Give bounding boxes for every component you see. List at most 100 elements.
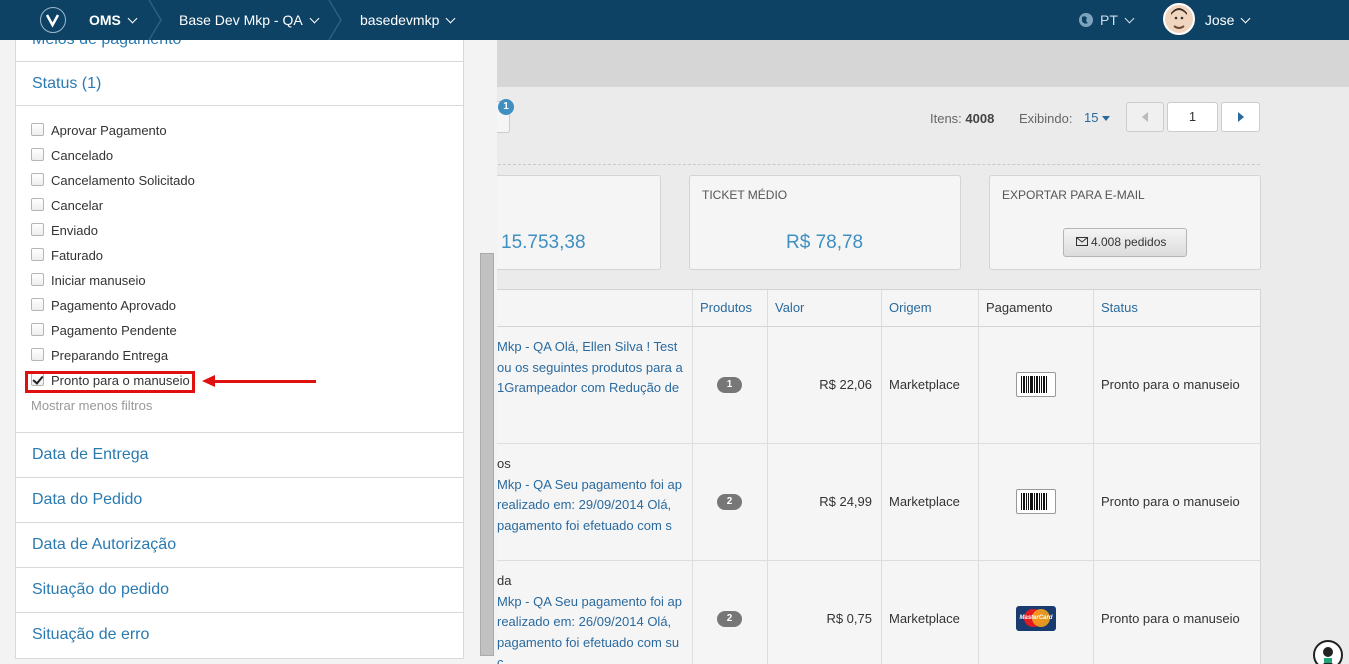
filter-section-order-situation[interactable]: Situação do pedido bbox=[16, 568, 463, 613]
origin-cell: Marketplace bbox=[882, 327, 979, 444]
order-origin: Marketplace bbox=[889, 494, 960, 509]
payment-cell bbox=[979, 444, 1094, 561]
account-name: Base Dev Mkp - QA bbox=[179, 12, 303, 28]
status-option-label: Cancelamento Solicitado bbox=[51, 173, 195, 188]
checkbox[interactable] bbox=[31, 298, 44, 312]
status-option[interactable]: Enviado bbox=[31, 221, 98, 241]
payment-cell: MasterCard bbox=[979, 561, 1094, 664]
column-header-products[interactable]: Produtos bbox=[693, 290, 768, 327]
order-message[interactable]: Mkp - QA Olá, Ellen Silva ! Test ou os se… bbox=[497, 337, 687, 399]
vtex-logo-icon[interactable] bbox=[40, 7, 66, 33]
app-selector[interactable]: OMS bbox=[89, 0, 138, 40]
annotation-highlight-box bbox=[25, 371, 195, 393]
store-name: basedevmkp bbox=[360, 12, 440, 28]
annotation-arrow-line bbox=[214, 380, 316, 383]
export-card: EXPORTAR PARA E-MAIL 4.008 pedidos bbox=[989, 175, 1261, 270]
filter-panel: Meios de pagamento Status (1) Aprovar Pa… bbox=[0, 40, 497, 664]
origin-cell: Marketplace bbox=[882, 561, 979, 664]
mastercard-text: MasterCard bbox=[1019, 615, 1053, 621]
order-origin: Marketplace bbox=[889, 611, 960, 626]
table-row[interactable]: da Mkp - QA Seu pagamento foi ap realizado… bbox=[461, 561, 1261, 664]
filter-section-title: Situação de erro bbox=[32, 626, 150, 643]
column-header-value[interactable]: Valor bbox=[768, 290, 882, 327]
panel-scrollbar[interactable] bbox=[480, 253, 494, 656]
export-orders-label: 4.008 pedidos bbox=[1091, 235, 1167, 249]
status-option[interactable]: Aprovar Pagamento bbox=[31, 121, 167, 141]
user-menu[interactable]: Jose bbox=[1163, 0, 1251, 40]
checkbox[interactable] bbox=[31, 273, 44, 287]
items-label: Itens: bbox=[930, 111, 962, 126]
breadcrumb-separator-icon bbox=[328, 0, 342, 40]
products-cell: 1 bbox=[693, 327, 768, 444]
table-row[interactable]: os Mkp - QA Seu pagamento foi ap realizado… bbox=[461, 444, 1261, 561]
checkbox[interactable] bbox=[31, 248, 44, 262]
status-cell: Pronto para o manuseio bbox=[1094, 444, 1261, 561]
products-count-badge: 2 bbox=[717, 611, 742, 627]
status-option-label: Cancelar bbox=[51, 198, 104, 213]
checkbox[interactable] bbox=[31, 198, 44, 212]
value-cell: R$ 0,75 bbox=[768, 561, 882, 664]
arrow-left-icon bbox=[1142, 112, 1148, 122]
checkbox[interactable] bbox=[31, 148, 44, 162]
status-option-label: Pagamento Aprovado bbox=[51, 298, 177, 313]
page-number-input[interactable]: 1 bbox=[1167, 102, 1218, 132]
column-header-status[interactable]: Status bbox=[1094, 290, 1261, 327]
status-option[interactable]: Cancelar bbox=[31, 196, 103, 216]
show-less-filters-link[interactable]: Mostrar menos filtros bbox=[31, 398, 152, 413]
order-message[interactable]: os Mkp - QA Seu pagamento foi ap realizado… bbox=[497, 454, 687, 536]
store-selector[interactable]: basedevmkp bbox=[360, 0, 456, 40]
checkbox[interactable] bbox=[31, 123, 44, 137]
status-option[interactable]: Pagamento Pendente bbox=[31, 321, 177, 341]
checkbox[interactable] bbox=[31, 223, 44, 237]
person-icon bbox=[1322, 647, 1334, 664]
column-header-origin[interactable]: Origem bbox=[882, 290, 979, 327]
status-option[interactable]: Preparando Entrega bbox=[31, 346, 168, 366]
help-chat-button[interactable] bbox=[1313, 640, 1343, 664]
arrow-right-icon bbox=[1238, 112, 1244, 122]
checkbox[interactable] bbox=[31, 323, 44, 337]
filter-section-error-situation[interactable]: Situação de erro bbox=[16, 613, 463, 659]
message-line: realizado em: 26/09/2014 Olá, bbox=[497, 614, 672, 629]
filter-section-title: Situação do pedido bbox=[32, 581, 169, 598]
value-cell: R$ 24,99 bbox=[768, 444, 882, 561]
message-line: pagamento foi efetuado com su bbox=[497, 634, 680, 650]
toolbar-divider bbox=[498, 164, 1260, 165]
chevron-down-icon bbox=[127, 13, 138, 24]
table-row[interactable]: Mkp - QA Olá, Ellen Silva ! Test ou os se… bbox=[461, 327, 1261, 444]
products-count-badge: 1 bbox=[717, 377, 742, 393]
status-option[interactable]: Cancelado bbox=[31, 146, 113, 166]
previous-page-button[interactable] bbox=[1126, 102, 1164, 132]
filter-section-payment[interactable]: Meios de pagamento bbox=[16, 40, 463, 62]
export-orders-button[interactable]: 4.008 pedidos bbox=[1063, 228, 1187, 257]
filter-section-authorization-date[interactable]: Data de Autorização bbox=[16, 523, 463, 568]
chevron-down-icon bbox=[1241, 13, 1251, 24]
status-option[interactable]: Faturado bbox=[31, 246, 103, 266]
language-selector[interactable]: PT bbox=[1078, 0, 1135, 40]
status-option-label: Iniciar manuseio bbox=[51, 273, 146, 288]
checkbox[interactable] bbox=[31, 173, 44, 187]
filter-section-order-date[interactable]: Data do Pedido bbox=[16, 478, 463, 523]
filter-section-delivery-date[interactable]: Data de Entrega bbox=[16, 433, 463, 478]
page-size-dropdown[interactable]: 15 bbox=[1084, 110, 1111, 125]
next-page-button[interactable] bbox=[1221, 102, 1260, 132]
payment-cell bbox=[979, 327, 1094, 444]
filter-section-title: Meios de pagamento bbox=[32, 40, 181, 49]
status-option-label: Aprovar Pagamento bbox=[51, 123, 167, 138]
order-value: R$ 22,06 bbox=[819, 377, 872, 392]
top-navbar: OMS Base Dev Mkp - QA basedevmkp PT Jose bbox=[0, 0, 1349, 40]
filter-section-title[interactable]: Status (1) bbox=[32, 75, 101, 93]
account-selector[interactable]: Base Dev Mkp - QA bbox=[179, 0, 320, 40]
export-label: EXPORTAR PARA E-MAIL bbox=[1002, 188, 1145, 202]
status-option-label: Cancelado bbox=[51, 148, 114, 163]
message-line: ou os seguintes produtos para a bbox=[497, 359, 683, 375]
checkbox[interactable] bbox=[31, 348, 44, 362]
status-option[interactable]: Iniciar manuseio bbox=[31, 271, 146, 291]
status-cell: Pronto para o manuseio bbox=[1094, 561, 1261, 664]
status-option[interactable]: Pagamento Aprovado bbox=[31, 296, 176, 316]
message-line: c bbox=[497, 655, 504, 664]
items-count: 4008 bbox=[965, 111, 995, 126]
column-header-payment: Pagamento bbox=[979, 290, 1094, 327]
order-message[interactable]: da Mkp - QA Seu pagamento foi ap realizado… bbox=[497, 571, 687, 664]
items-info: Itens: 4008 bbox=[930, 111, 994, 126]
status-option[interactable]: Cancelamento Solicitado bbox=[31, 171, 195, 191]
